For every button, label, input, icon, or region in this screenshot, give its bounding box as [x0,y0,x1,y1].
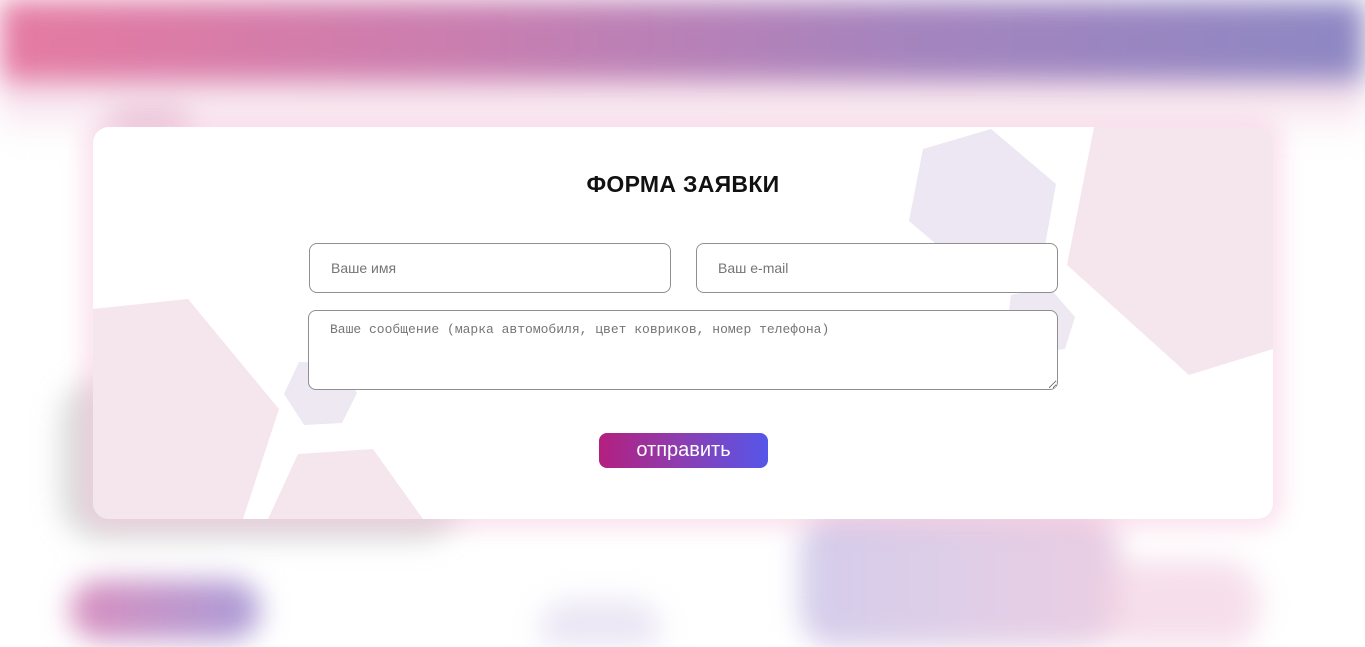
submit-button[interactable]: отправить [599,433,768,468]
hexagon-decoration-icon [268,449,423,519]
hexagon-decoration-icon [1067,127,1273,375]
background-header [0,0,1365,90]
form-title: ФОРМА ЗАЯВКИ [586,171,780,197]
hexagon-decoration-icon [93,299,279,519]
background-shape [800,510,1120,647]
name-input[interactable] [309,243,671,293]
background-shape [1100,560,1260,647]
background-button [70,580,260,640]
message-textarea[interactable] [308,310,1058,390]
application-form-card: ФОРМА ЗАЯВКИ отправить [93,127,1273,519]
email-input[interactable] [696,243,1058,293]
background-shape [540,600,660,647]
